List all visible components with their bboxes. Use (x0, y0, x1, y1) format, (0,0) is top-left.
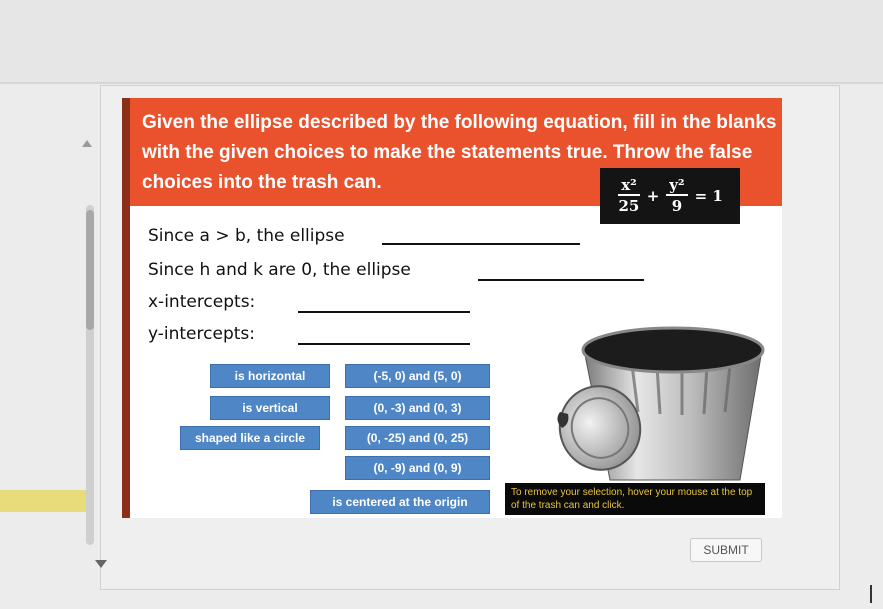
fraction-y: y² 9 (666, 176, 688, 216)
blank-orientation[interactable] (382, 243, 580, 245)
choice-is-vertical[interactable]: is vertical (210, 396, 330, 420)
fraction-x-denominator: 25 (618, 197, 640, 215)
scroll-up-icon[interactable] (82, 140, 92, 147)
trash-can-icon[interactable] (522, 320, 782, 490)
statement-orientation: Since a > b, the ellipse (148, 226, 345, 246)
activity-panel: Given the ellipse described by the follo… (122, 98, 782, 518)
ellipse-equation: x² 25 + y² 9 = 1 (600, 168, 740, 224)
statement-y-intercepts: y-intercepts: (148, 324, 255, 344)
choice-x-intercepts-5[interactable]: (-5, 0) and (5, 0) (345, 364, 490, 388)
blank-x-intercepts[interactable] (298, 311, 470, 313)
plus-sign: + (646, 187, 660, 205)
fraction-x-numerator: x² (618, 176, 640, 196)
choice-y-intercepts-3[interactable]: (0, -3) and (0, 3) (345, 396, 490, 420)
statement-center: Since h and k are 0, the ellipse (148, 260, 411, 280)
blank-y-intercepts[interactable] (298, 343, 470, 345)
fraction-y-denominator: 9 (671, 197, 683, 215)
choice-is-horizontal[interactable]: is horizontal (210, 364, 330, 388)
blank-center[interactable] (478, 279, 644, 281)
choice-y-intercepts-9[interactable]: (0, -9) and (0, 9) (345, 456, 490, 480)
statement-x-intercepts: x-intercepts: (148, 292, 256, 312)
equals-one: = 1 (694, 187, 723, 205)
fraction-x: x² 25 (618, 176, 640, 216)
scrollbar-thumb[interactable] (86, 210, 94, 330)
scroll-down-icon[interactable] (95, 560, 107, 568)
choice-is-centered[interactable]: is centered at the origin (310, 490, 490, 514)
text-cursor-icon (870, 585, 878, 603)
choice-y-intercepts-25[interactable]: (0, -25) and (0, 25) (345, 426, 490, 450)
side-highlight (0, 490, 88, 512)
submit-button[interactable]: SUBMIT (690, 538, 762, 562)
trash-tooltip: To remove your selection, hover your mou… (505, 483, 765, 515)
fraction-y-numerator: y² (666, 176, 688, 196)
choice-shaped-like-circle[interactable]: shaped like a circle (180, 426, 320, 450)
